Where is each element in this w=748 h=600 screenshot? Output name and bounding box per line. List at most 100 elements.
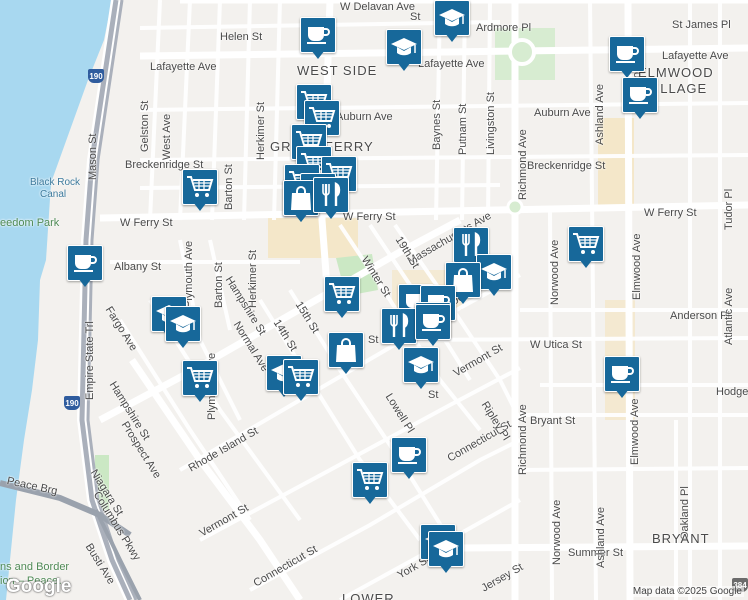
dining-icon xyxy=(381,308,417,344)
place-marker-school[interactable] xyxy=(403,347,439,391)
coffee-icon xyxy=(415,304,451,340)
street-label: Norwood Ave xyxy=(549,239,561,305)
marker-pointer xyxy=(414,380,428,389)
google-logo[interactable]: Google xyxy=(6,576,71,598)
place-marker-school[interactable] xyxy=(434,0,470,44)
place-marker-bag[interactable] xyxy=(328,332,364,376)
neighborhood-label: BRYANT xyxy=(652,531,710,546)
street-label: Ashland Ave xyxy=(595,507,607,568)
place-marker-cart[interactable] xyxy=(352,462,388,506)
place-marker-school[interactable] xyxy=(428,531,464,575)
street-label: Barton St xyxy=(223,164,235,210)
place-marker-coffee[interactable] xyxy=(604,356,640,400)
neighborhood-label: WEST SIDE xyxy=(297,63,378,78)
school-icon xyxy=(386,29,422,65)
street-label: W Utica St xyxy=(530,339,582,351)
street-label: St xyxy=(368,334,379,346)
marker-pointer xyxy=(339,365,353,374)
street-label: Atlantic Ave xyxy=(723,287,735,345)
dining-icon xyxy=(313,177,349,213)
street-label: Herkimer St xyxy=(255,101,267,160)
neighborhood-label: LOWER xyxy=(342,591,395,600)
route-shield-icon: 190 xyxy=(64,396,80,410)
marker-pointer xyxy=(426,337,440,346)
place-marker-coffee[interactable] xyxy=(622,77,658,121)
place-marker-cart[interactable] xyxy=(182,360,218,404)
place-marker-coffee[interactable] xyxy=(415,304,451,348)
street-label: Herkimer St xyxy=(247,249,259,308)
street-label: Norwood Ave xyxy=(551,499,563,565)
coffee-icon xyxy=(391,437,427,473)
marker-pointer xyxy=(335,309,349,318)
marker-pointer xyxy=(78,278,92,287)
street-label: Empire State Trl xyxy=(84,321,96,400)
place-marker-cart[interactable] xyxy=(324,276,360,320)
school-icon xyxy=(165,306,201,342)
marker-pointer xyxy=(439,564,453,573)
marker-pointer xyxy=(445,33,459,42)
place-marker-cart[interactable] xyxy=(568,226,604,270)
coffee-icon xyxy=(622,77,658,113)
marker-pointer xyxy=(397,62,411,71)
place-marker-school[interactable] xyxy=(476,254,512,298)
street-label: Ashland Ave xyxy=(594,84,606,145)
marker-pointer xyxy=(633,110,647,119)
coffee-icon xyxy=(300,17,336,53)
marker-pointer xyxy=(193,202,207,211)
street-label: Mason St xyxy=(87,133,99,180)
marker-pointer xyxy=(311,50,325,59)
street-label: Albany St xyxy=(114,261,162,273)
street-label: Elmwood Ave xyxy=(631,233,643,300)
cart-icon xyxy=(182,169,218,205)
street-label: Gelston St xyxy=(139,100,151,152)
street-label: W Delavan Ave xyxy=(340,1,416,13)
place-marker-coffee[interactable] xyxy=(391,437,427,481)
marker-pointer xyxy=(294,213,308,222)
street-label: W Ferry St xyxy=(343,211,396,223)
street-label: Lafayette Ave xyxy=(150,61,217,73)
marker-pointer xyxy=(615,389,629,398)
cart-icon xyxy=(283,359,319,395)
street-label: St James Pl xyxy=(672,19,731,31)
street-label: Lafayette Ave xyxy=(418,58,485,70)
street-label: Richmond Ave xyxy=(517,404,529,475)
street-label: Richmond Ave xyxy=(517,129,529,200)
place-marker-school[interactable] xyxy=(165,306,201,350)
place-marker-coffee[interactable] xyxy=(67,245,103,289)
street-label: Putnam St xyxy=(457,103,469,155)
street-label: Elmwood Ave xyxy=(629,398,641,465)
street-label: Baynes St xyxy=(431,99,443,150)
street-label: Livingston St xyxy=(485,92,497,155)
place-marker-cart[interactable] xyxy=(283,359,319,403)
street-label: St xyxy=(428,389,439,401)
coffee-icon xyxy=(67,245,103,281)
place-marker-dining[interactable] xyxy=(381,308,417,352)
cart-icon xyxy=(324,276,360,312)
school-icon xyxy=(434,0,470,36)
cart-icon xyxy=(182,360,218,396)
street-label: Lafayette Ave xyxy=(662,50,729,62)
street-label: Anderson Pl xyxy=(670,310,730,322)
place-marker-cart[interactable] xyxy=(182,169,218,213)
marker-pointer xyxy=(456,295,470,304)
map-canvas[interactable]: W Delavan Ave Helen St Lafayette Ave Lafaye… xyxy=(0,0,748,600)
bag-icon xyxy=(328,332,364,368)
place-marker-coffee[interactable] xyxy=(609,36,645,80)
park-label: ns and Border xyxy=(0,561,70,573)
place-marker-coffee[interactable] xyxy=(300,17,336,61)
marker-pointer xyxy=(176,339,190,348)
street-label: Ardmore Pl xyxy=(476,22,532,34)
map-attribution[interactable]: Map data ©2025 Google xyxy=(630,586,744,597)
street-label: West Ave xyxy=(161,113,173,160)
coffee-icon xyxy=(604,356,640,392)
school-icon xyxy=(428,531,464,567)
marker-pointer xyxy=(402,470,416,479)
place-marker-dining[interactable] xyxy=(313,177,349,221)
route-shield-icon: 190 xyxy=(88,69,104,83)
coffee-icon xyxy=(609,36,645,72)
street-label: Auburn Ave xyxy=(534,107,591,119)
street-label: Tudor Pl xyxy=(723,188,735,230)
street-label: W Ferry St xyxy=(644,207,697,219)
place-marker-school[interactable] xyxy=(386,29,422,73)
water-label: Black Rock xyxy=(30,177,81,188)
